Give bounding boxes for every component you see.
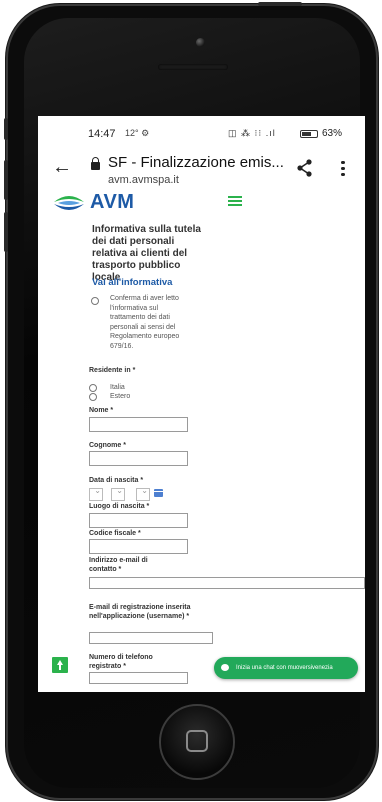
calendar-icon[interactable] <box>154 489 163 497</box>
email-contatto-field[interactable] <box>89 577 365 589</box>
more-options-icon[interactable] <box>338 158 348 178</box>
lock-icon <box>91 157 100 170</box>
email-registrazione-label: E-mail di registrazione inserita nell'ap… <box>89 604 191 620</box>
birth-year-select[interactable] <box>136 486 150 501</box>
avm-logo-icon <box>54 196 84 210</box>
consent-radio[interactable] <box>91 297 99 305</box>
page-url[interactable]: avm.avmspa.it <box>108 174 179 186</box>
luogo-nascita-label: Luogo di nascita * <box>89 503 150 510</box>
mute-switch <box>4 118 8 140</box>
chat-button-label: Inizia una chat con muoversivenezia <box>236 665 333 671</box>
residente-radio-estero[interactable] <box>89 393 97 401</box>
status-time: 14:47 <box>88 128 116 140</box>
hamburger-menu-icon[interactable] <box>228 196 242 206</box>
luogo-nascita-field[interactable] <box>89 513 188 528</box>
battery-icon <box>300 130 318 138</box>
share-icon[interactable] <box>295 158 315 178</box>
nome-label: Nome * <box>89 407 114 414</box>
residente-option-estero: Estero <box>110 393 131 400</box>
privacy-title: Informativa sulla tutela dei dati person… <box>92 224 201 283</box>
power-button <box>258 2 302 6</box>
status-weather: 12° ⚙ <box>125 128 150 138</box>
birth-month-select[interactable] <box>111 486 125 501</box>
data-nascita-label: Data di nascita * <box>89 477 144 484</box>
codice-fiscale-field[interactable] <box>89 539 188 554</box>
email-contatto-label: Indirizzo e-mail di contatto * <box>89 557 148 573</box>
cognome-label: Cognome * <box>89 442 126 449</box>
earpiece-speaker <box>158 64 228 70</box>
front-camera <box>196 38 205 47</box>
scroll-to-top-button[interactable] <box>52 657 68 673</box>
codice-fiscale-label: Codice fiscale * <box>89 530 141 537</box>
email-registrazione-field[interactable] <box>89 632 213 644</box>
privacy-link[interactable]: Vai all'informativa <box>92 277 172 288</box>
chat-button[interactable]: Inizia una chat con muoversivenezia <box>214 657 358 679</box>
nome-field[interactable] <box>89 417 188 432</box>
cognome-field[interactable] <box>89 451 188 466</box>
consent-text: Conferma di aver letto l'informativa sul… <box>110 295 180 350</box>
residente-option-italia: Italia <box>110 384 125 391</box>
birth-day-select[interactable] <box>89 486 103 501</box>
volume-down-button <box>4 212 8 252</box>
back-arrow-icon[interactable]: ← <box>52 156 72 179</box>
page-title[interactable]: SF - Finalizzazione emis... <box>108 154 284 171</box>
residente-radio-italia[interactable] <box>89 384 97 392</box>
phone-screen: 14:47 12° ⚙ ◫ ⁂ ⁝⁝ .ıl 63% ← SF - Finali… <box>38 116 365 692</box>
status-bar: 14:47 12° ⚙ ◫ ⁂ ⁝⁝ .ıl 63% <box>38 116 365 144</box>
browser-bar: ← SF - Finalizzazione emis... avm.avmspa… <box>38 150 365 186</box>
telefono-label: Numero di telefono registrato * <box>89 654 153 670</box>
battery-fill <box>302 132 311 136</box>
telefono-field[interactable] <box>89 672 188 684</box>
volume-up-button <box>4 160 8 200</box>
status-signal-icons: ◫ ⁂ ⁝⁝ .ıl <box>228 128 276 138</box>
home-button-icon <box>186 730 208 752</box>
chat-bubble-icon <box>221 664 229 671</box>
residente-label: Residente in * <box>89 367 136 374</box>
battery-percent: 63% <box>322 128 343 139</box>
brand-name: AVM <box>90 191 135 213</box>
